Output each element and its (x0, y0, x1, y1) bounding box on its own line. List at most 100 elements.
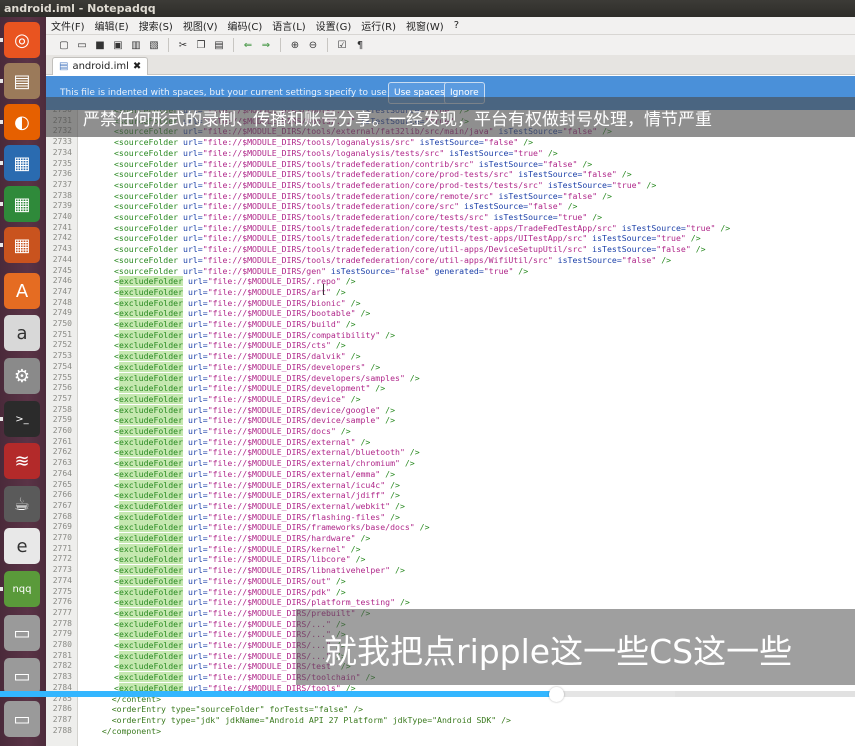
xml-attribute: url= (183, 404, 208, 415)
menu-item[interactable]: 文件(F) (46, 18, 90, 33)
software-center-icon[interactable]: A (4, 273, 40, 309)
code-line[interactable]: <sourceFolder url="file://$MODULE_DIRS/t… (114, 212, 602, 222)
code-line[interactable]: <sourceFolder url="file://$MODULE_DIRS/t… (114, 233, 701, 243)
code-line[interactable]: <sourceFolder url="file://$MODULE_DIRS/t… (114, 191, 612, 201)
java-icon[interactable]: ☕ (4, 486, 40, 522)
code-line[interactable]: <excludeFolder url="file://$MODULE_DIRS/… (114, 340, 346, 351)
impress-icon[interactable]: ▦ (4, 227, 40, 263)
code-line[interactable]: </component> (92, 726, 161, 736)
drive-icon-3[interactable]: ▭ (4, 701, 40, 737)
terminal-icon[interactable]: >_ (4, 401, 40, 437)
code-line[interactable]: <excludeFolder url="file://$MODULE_DIRS/… (114, 329, 395, 340)
undo-icon[interactable]: ⇐ (240, 38, 256, 52)
writer-icon[interactable]: ▦ (4, 145, 40, 181)
code-line[interactable]: <excludeFolder url="file://$MODULE_DIRS/… (114, 351, 361, 362)
code-line[interactable]: <excludeFolder url="file://$MODULE_DIRS/… (114, 586, 346, 597)
code-line[interactable]: <excludeFolder url="file://$MODULE_DIRS/… (114, 554, 365, 565)
menu-item[interactable]: 编辑(E) (90, 18, 134, 33)
code-line[interactable]: <sourceFolder url="file://$MODULE_DIRS/t… (114, 169, 632, 179)
xml-attribute: url= (178, 137, 203, 148)
ubuntu-dash-icon[interactable]: ◎ (4, 22, 40, 58)
video-progress-bar[interactable] (0, 687, 855, 702)
code-line[interactable]: <sourceFolder url="file://$MODULE_DIRS/t… (114, 223, 730, 233)
close-tab-icon[interactable]: ✖ (133, 58, 141, 75)
xml-tag: /> (380, 415, 396, 426)
open-file-icon[interactable]: ▭ (74, 38, 90, 52)
code-line[interactable]: <excludeFolder url="file://$MODULE_DIRS/… (114, 597, 410, 608)
zoom-in-icon[interactable]: ⊕ (287, 38, 303, 52)
menu-item[interactable]: 设置(G) (311, 18, 357, 33)
toolbar-separator (327, 38, 328, 52)
code-line[interactable]: <excludeFolder url="file://$MODULE_DIRS/… (114, 415, 396, 426)
code-line[interactable]: <sourceFolder url="file://$MODULE_DIRS/t… (114, 137, 533, 147)
files-icon[interactable]: ▤ (4, 63, 40, 99)
zoom-out-icon[interactable]: ⊖ (305, 38, 321, 52)
settings-icon[interactable]: ⚙ (4, 358, 40, 394)
code-line[interactable]: <excludeFolder url="file://$MODULE_DIRS/… (114, 372, 420, 383)
code-line[interactable]: <excludeFolder url="file://$MODULE_DIRS/… (114, 543, 361, 554)
tab-android-iml[interactable]: ▤ android.iml ✖ (52, 57, 149, 75)
folder-path: $MODULE_DIRS/frameworks/base/docs (247, 522, 410, 533)
menu-item[interactable]: 编码(C) (223, 18, 268, 33)
menu-item[interactable]: 视窗(W) (401, 18, 449, 33)
system-monitor-icon[interactable]: ≋ (4, 443, 40, 479)
code-line[interactable]: <excludeFolder url="file://$MODULE_DIRS/… (114, 565, 405, 576)
paste-icon[interactable]: ▤ (211, 38, 227, 52)
code-line[interactable]: <excludeFolder url="file://$MODULE_DIRS/… (114, 361, 380, 372)
code-line[interactable]: <excludeFolder url="file://$MODULE_DIRS/… (114, 383, 385, 394)
code-line[interactable]: <excludeFolder url="file://$MODULE_DIRS/… (114, 458, 415, 469)
code-line[interactable]: <excludeFolder url="file://$MODULE_DIRS/… (114, 490, 400, 501)
drive-icon-1[interactable]: ▭ (4, 615, 40, 651)
notepadqq-icon[interactable]: nqq (4, 571, 40, 607)
code-line[interactable]: <excludeFolder url="file://$MODULE_DIRS/… (114, 426, 351, 436)
calc-icon[interactable]: ▦ (4, 186, 40, 222)
close-file-icon[interactable]: ▥ (128, 38, 144, 52)
xml-tag: excludeFolder (118, 404, 184, 415)
progress-scrubber-handle[interactable] (548, 687, 564, 702)
code-line[interactable]: <orderEntry type="sourceFolder" forTests… (92, 704, 363, 714)
copy-icon[interactable]: ❐ (193, 38, 209, 52)
code-line[interactable]: <excludeFolder url="file://$MODULE_DIRS/… (114, 308, 370, 319)
code-line[interactable]: <excludeFolder url="file://$MODULE_DIRS/… (114, 436, 370, 447)
code-line[interactable]: <excludeFolder url="file://$MODULE_DIRS/… (114, 276, 356, 287)
code-line[interactable]: <excludeFolder url="file://$MODULE_DIRS/… (114, 522, 430, 533)
amazon-icon[interactable]: a (4, 315, 40, 351)
word-wrap-icon[interactable]: ☑ (334, 38, 350, 52)
close-all-icon[interactable]: ▧ (146, 38, 162, 52)
code-line[interactable]: <orderEntry type="jdk" jdkName="Android … (92, 715, 511, 725)
code-line[interactable]: <excludeFolder url="file://$MODULE_DIRS/… (114, 575, 346, 586)
menu-item[interactable]: 搜索(S) (134, 18, 178, 33)
menu-item[interactable]: 语言(L) (267, 18, 310, 33)
save-icon[interactable]: ■ (92, 38, 108, 52)
code-line[interactable]: <sourceFolder url="file://$MODULE_DIRS/t… (114, 244, 706, 254)
code-line[interactable]: <sourceFolder url="file://$MODULE_DIRS/t… (114, 148, 558, 158)
code-line[interactable]: <sourceFolder url="file://$MODULE_DIRS/g… (114, 266, 528, 276)
firefox-icon[interactable]: ◐ (4, 104, 40, 140)
code-line[interactable]: <sourceFolder url="file://$MODULE_DIRS/t… (114, 180, 656, 190)
code-line[interactable]: <excludeFolder url="file://$MODULE_DIRS/… (114, 533, 370, 543)
drive-icon-2[interactable]: ▭ (4, 658, 40, 694)
code-line[interactable]: <excludeFolder url="file://$MODULE_DIRS/… (114, 286, 346, 297)
code-line[interactable]: <excludeFolder url="file://$MODULE_DIRS/… (114, 319, 356, 329)
code-line[interactable]: <excludeFolder url="file://$MODULE_DIRS/… (114, 393, 361, 404)
menu-item[interactable]: 运行(R) (356, 18, 401, 33)
code-line[interactable]: <excludeFolder url="file://$MODULE_DIRS/… (114, 500, 405, 511)
document-viewer-icon[interactable]: e (4, 528, 40, 564)
code-line[interactable]: <excludeFolder url="file://$MODULE_DIRS/… (114, 468, 395, 479)
code-line[interactable]: <sourceFolder url="file://$MODULE_DIRS/t… (114, 201, 577, 211)
cut-icon[interactable]: ✂ (175, 38, 191, 52)
xml-tag: /> (690, 244, 706, 255)
code-line[interactable]: <excludeFolder url="file://$MODULE_DIRS/… (114, 297, 361, 308)
menu-item[interactable]: 视图(V) (178, 18, 223, 33)
new-file-icon[interactable]: ▢ (56, 38, 72, 52)
show-all-chars-icon[interactable]: ¶ (352, 38, 368, 52)
code-line[interactable]: <excludeFolder url="file://$MODULE_DIRS/… (114, 511, 400, 522)
save-all-icon[interactable]: ▣ (110, 38, 126, 52)
menu-item[interactable]: ? (449, 20, 464, 31)
code-line[interactable]: <sourceFolder url="file://$MODULE_DIRS/t… (114, 159, 592, 169)
code-line[interactable]: <excludeFolder url="file://$MODULE_DIRS/… (114, 404, 395, 415)
code-line[interactable]: <excludeFolder url="file://$MODULE_DIRS/… (114, 447, 420, 458)
redo-icon[interactable]: ⇒ (258, 38, 274, 52)
code-line[interactable]: <excludeFolder url="file://$MODULE_DIRS/… (114, 479, 400, 490)
code-line[interactable]: <sourceFolder url="file://$MODULE_DIRS/t… (114, 255, 671, 265)
